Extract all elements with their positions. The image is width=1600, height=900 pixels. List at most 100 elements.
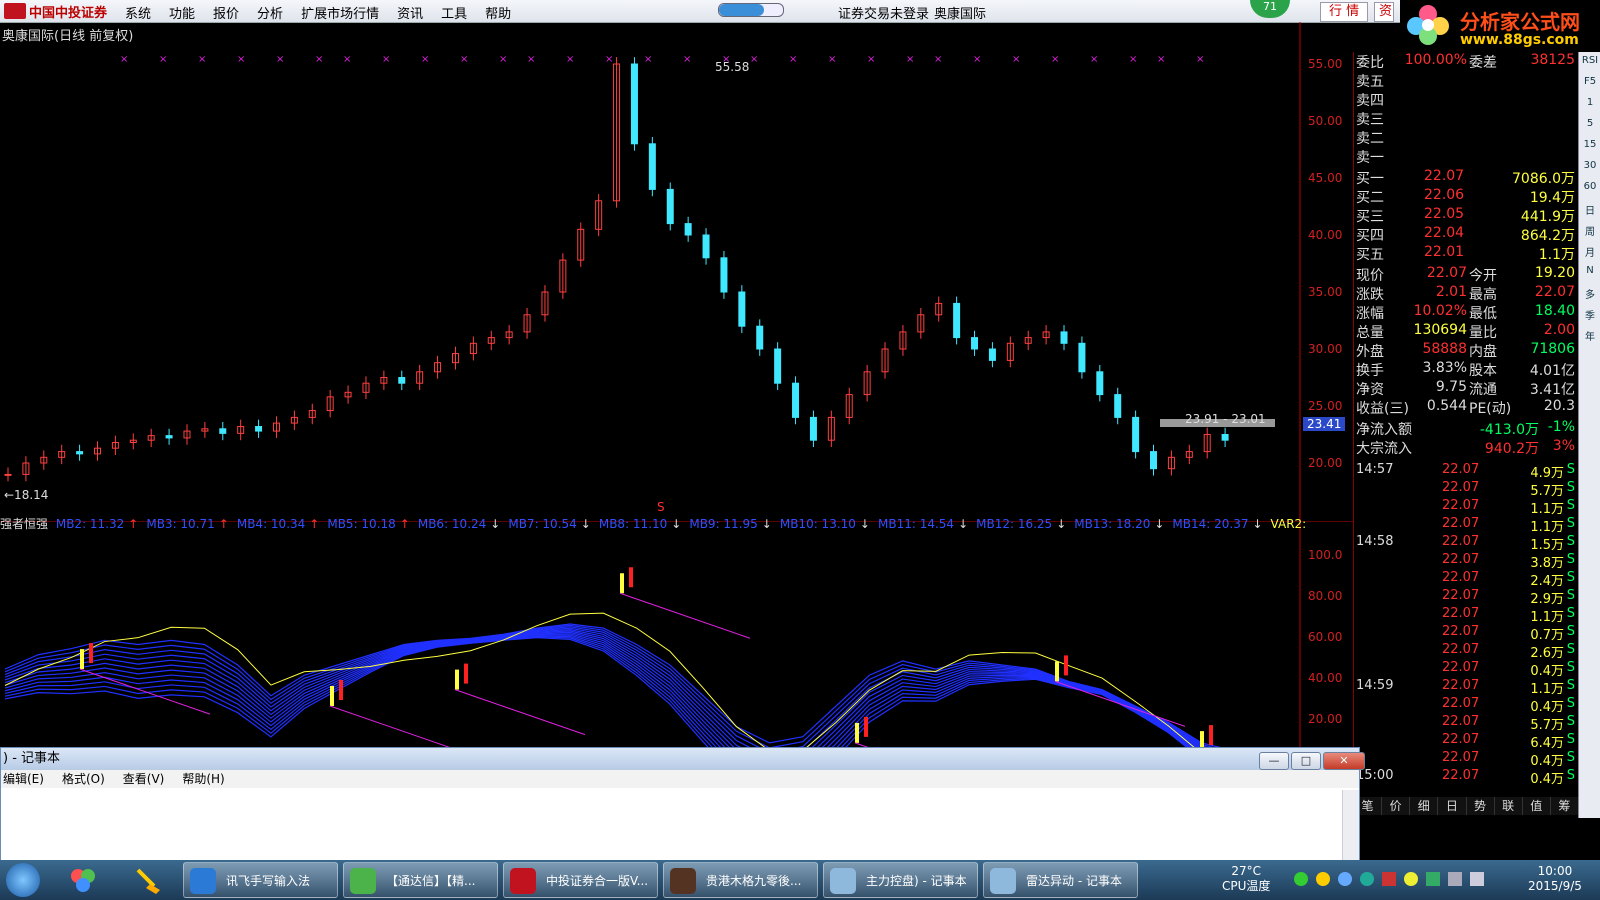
menu-tools[interactable]: 工具: [441, 3, 467, 22]
detail-tab[interactable]: 联: [1493, 797, 1522, 815]
taskbar-item[interactable]: 主力控盘) - 记事本: [823, 862, 978, 898]
sell-level-row[interactable]: 卖三: [1354, 109, 1579, 128]
period-tool-button[interactable]: 季: [1581, 307, 1599, 325]
period-tool-button[interactable]: 年: [1581, 328, 1599, 346]
period-tool-button[interactable]: N: [1581, 265, 1599, 283]
user-icon[interactable]: [1338, 872, 1352, 886]
globe-icon[interactable]: [1360, 872, 1374, 886]
period-tool-button[interactable]: 60: [1581, 181, 1599, 199]
sell-level-row[interactable]: 卖四: [1354, 90, 1579, 109]
buy-level-row[interactable]: 买四 22.04 864.2万: [1354, 225, 1579, 244]
shield-icon[interactable]: [1426, 872, 1440, 886]
close-button[interactable]: ✕: [1323, 752, 1365, 770]
period-tool-button[interactable]: 5: [1581, 118, 1599, 136]
candle: [416, 364, 424, 391]
indicator-chart[interactable]: [0, 522, 1353, 747]
quote-button[interactable]: 行 情: [1320, 2, 1369, 22]
period-tool-button[interactable]: 15: [1581, 139, 1599, 157]
buy-signal-bar: [1200, 731, 1204, 747]
taskbar-item[interactable]: 雷达异动 - 记事本: [983, 862, 1138, 898]
period-tool-button[interactable]: F5: [1581, 76, 1599, 94]
notepad-text-area[interactable]: [1, 790, 1359, 861]
clock[interactable]: 10:00 2015/9/5: [1528, 864, 1582, 894]
taskbar-item[interactable]: 中投证券合一版V...: [503, 862, 658, 898]
menu-ext-market[interactable]: 扩展市场行情: [301, 3, 379, 22]
buy-level-row[interactable]: 买二 22.06 19.4万: [1354, 187, 1579, 206]
period-tool-button[interactable]: 1: [1581, 97, 1599, 115]
qq-icon[interactable]: [1316, 872, 1330, 886]
notepad-scrollbar[interactable]: [1342, 790, 1359, 861]
notepad-title[interactable]: ) - 记事本: [1, 748, 1359, 770]
menu-system[interactable]: 系统: [125, 3, 151, 22]
indicator-value: MB5: 10.18 ↑: [327, 517, 410, 531]
taskbar-item[interactable]: 【通达信】【精...: [343, 862, 498, 898]
signal-x-mark: ×: [120, 54, 128, 65]
start-button[interactable]: [6, 863, 40, 897]
broom-icon[interactable]: [132, 866, 162, 894]
counter-badge[interactable]: 71: [1250, 0, 1290, 18]
trend-line: [1054, 680, 1186, 727]
detail-tab[interactable]: 值: [1521, 797, 1550, 815]
indicator-value: MB12: 16.25 ↓: [976, 517, 1067, 531]
maximize-button[interactable]: □: [1291, 752, 1321, 770]
signal-x-mark: ×: [198, 54, 206, 65]
period-tool-button[interactable]: RSI: [1581, 55, 1599, 73]
candle: [1006, 336, 1014, 368]
menu-info[interactable]: 资讯: [397, 3, 423, 22]
detail-tab[interactable]: 势: [1465, 797, 1494, 815]
login-status[interactable]: 证券交易未登录: [838, 3, 929, 22]
menu-analysis[interactable]: 分析: [257, 3, 283, 22]
candle: [451, 346, 459, 370]
taskbar-item[interactable]: 讯飞手写输入法: [183, 862, 338, 898]
detail-tab[interactable]: 筹: [1549, 797, 1578, 815]
menu-help-notepad[interactable]: 帮助(H): [182, 770, 224, 788]
sell-signal-bar: [464, 663, 468, 684]
k-icon[interactable]: [1294, 872, 1308, 886]
trade-tick-row: 22.07 1.1万 S: [1442, 498, 1575, 517]
stat-row: 现价 22.07 今开 19.20: [1356, 265, 1575, 284]
period-tool-button[interactable]: 周: [1581, 223, 1599, 241]
buy-level-row[interactable]: 买一 22.07 7086.0万: [1354, 168, 1579, 187]
buy-level-row[interactable]: 买三 22.05 441.9万: [1354, 206, 1579, 225]
sell-level-row[interactable]: 卖一: [1354, 147, 1579, 166]
sell-level-row[interactable]: 卖五: [1354, 71, 1579, 90]
minimize-button[interactable]: —: [1259, 752, 1289, 770]
plus-icon[interactable]: [1404, 872, 1418, 886]
detail-tab[interactable]: 价: [1381, 797, 1409, 815]
candle: [165, 428, 173, 445]
menu-function[interactable]: 功能: [169, 3, 195, 22]
app-tray-icon[interactable]: [1382, 872, 1396, 886]
detail-tab[interactable]: 日: [1437, 797, 1465, 815]
menu-quote[interactable]: 报价: [213, 3, 239, 22]
colorful-app-icon[interactable]: [68, 866, 98, 894]
buy-signal-bar: [620, 573, 624, 594]
period-tool-button[interactable]: 30: [1581, 160, 1599, 178]
cpu-temp[interactable]: 27°C CPU温度: [1222, 864, 1270, 894]
period-tool-button[interactable]: 多: [1581, 286, 1599, 304]
candle: [237, 419, 245, 441]
kline-chart[interactable]: × × × × × × × × × × × × × × × × × × × × × × × × × × × × × ×: [0, 22, 1353, 522]
trade-tick-row: 22.07 5.7万 S: [1442, 480, 1575, 499]
signal-x-mark: ×: [527, 54, 535, 65]
trade-tick-row: 22.07 0.4万 S: [1442, 750, 1575, 769]
menu-view[interactable]: 查看(V): [123, 770, 165, 788]
network-icon[interactable]: [1448, 872, 1462, 886]
tray-icons: [1294, 872, 1484, 886]
signal-x-mark: ×: [382, 54, 390, 65]
detail-tab[interactable]: 细: [1409, 797, 1437, 815]
taskbar-item[interactable]: 贵港木格九零後...: [663, 862, 818, 898]
period-tool-button[interactable]: 月: [1581, 244, 1599, 262]
trade-tick-row: 22.07 5.7万 S: [1442, 714, 1575, 733]
menu-help[interactable]: 帮助: [485, 3, 511, 22]
volume-icon[interactable]: [1470, 872, 1484, 886]
menu-format[interactable]: 格式(O): [62, 770, 105, 788]
period-tool-button[interactable]: 日: [1581, 202, 1599, 220]
sell-signal-bar: [89, 643, 93, 664]
info-button[interactable]: 资: [1374, 2, 1394, 22]
signal-x-mark: ×: [867, 54, 875, 65]
buy-level-row[interactable]: 买五 22.01 1.1万: [1354, 244, 1579, 263]
indicator-name[interactable]: 强者恒强: [0, 517, 48, 531]
sell-level-row[interactable]: 卖二: [1354, 128, 1579, 147]
menu-edit[interactable]: 编辑(E): [3, 770, 44, 788]
signal-x-mark: ×: [644, 54, 652, 65]
